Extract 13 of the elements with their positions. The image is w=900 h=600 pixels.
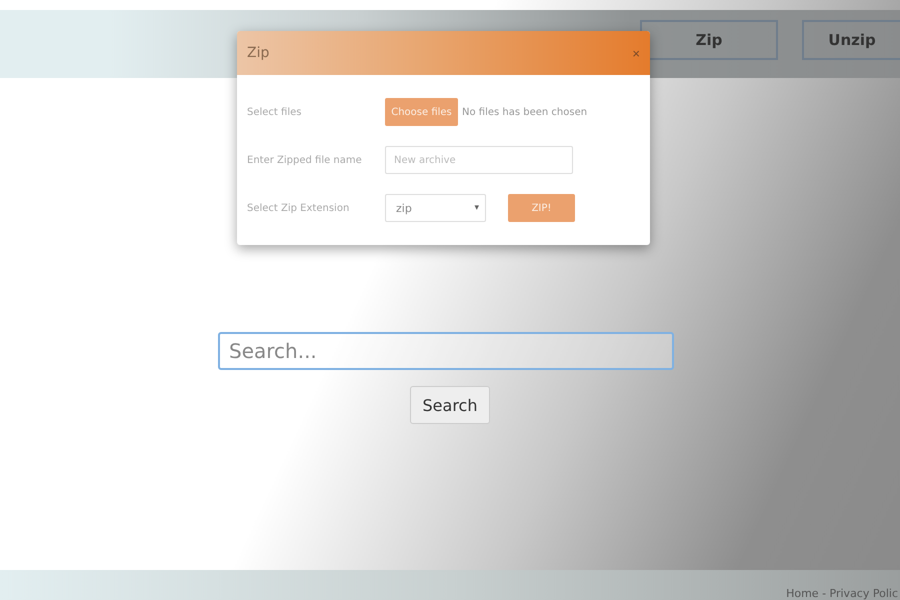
search-field[interactable]: Search... xyxy=(218,332,674,370)
file-name-field[interactable]: New archive xyxy=(385,146,573,174)
dialog-title: Zip xyxy=(247,45,270,61)
search-button[interactable]: Search xyxy=(410,386,490,424)
extension-select[interactable]: zip ▾ xyxy=(385,194,486,222)
field-label: Enter Zipped file name xyxy=(247,154,363,166)
field-label: Select files xyxy=(247,106,302,118)
caret-icon: ▾ xyxy=(474,203,479,213)
close-button[interactable]: × xyxy=(632,46,640,60)
field-label: Select Zip Extension xyxy=(247,202,350,214)
footer-links: Home - Privacy Polic xyxy=(786,587,898,600)
file-status: No files has been chosen xyxy=(462,106,588,118)
header-button[interactable]: Unzip xyxy=(802,20,900,60)
